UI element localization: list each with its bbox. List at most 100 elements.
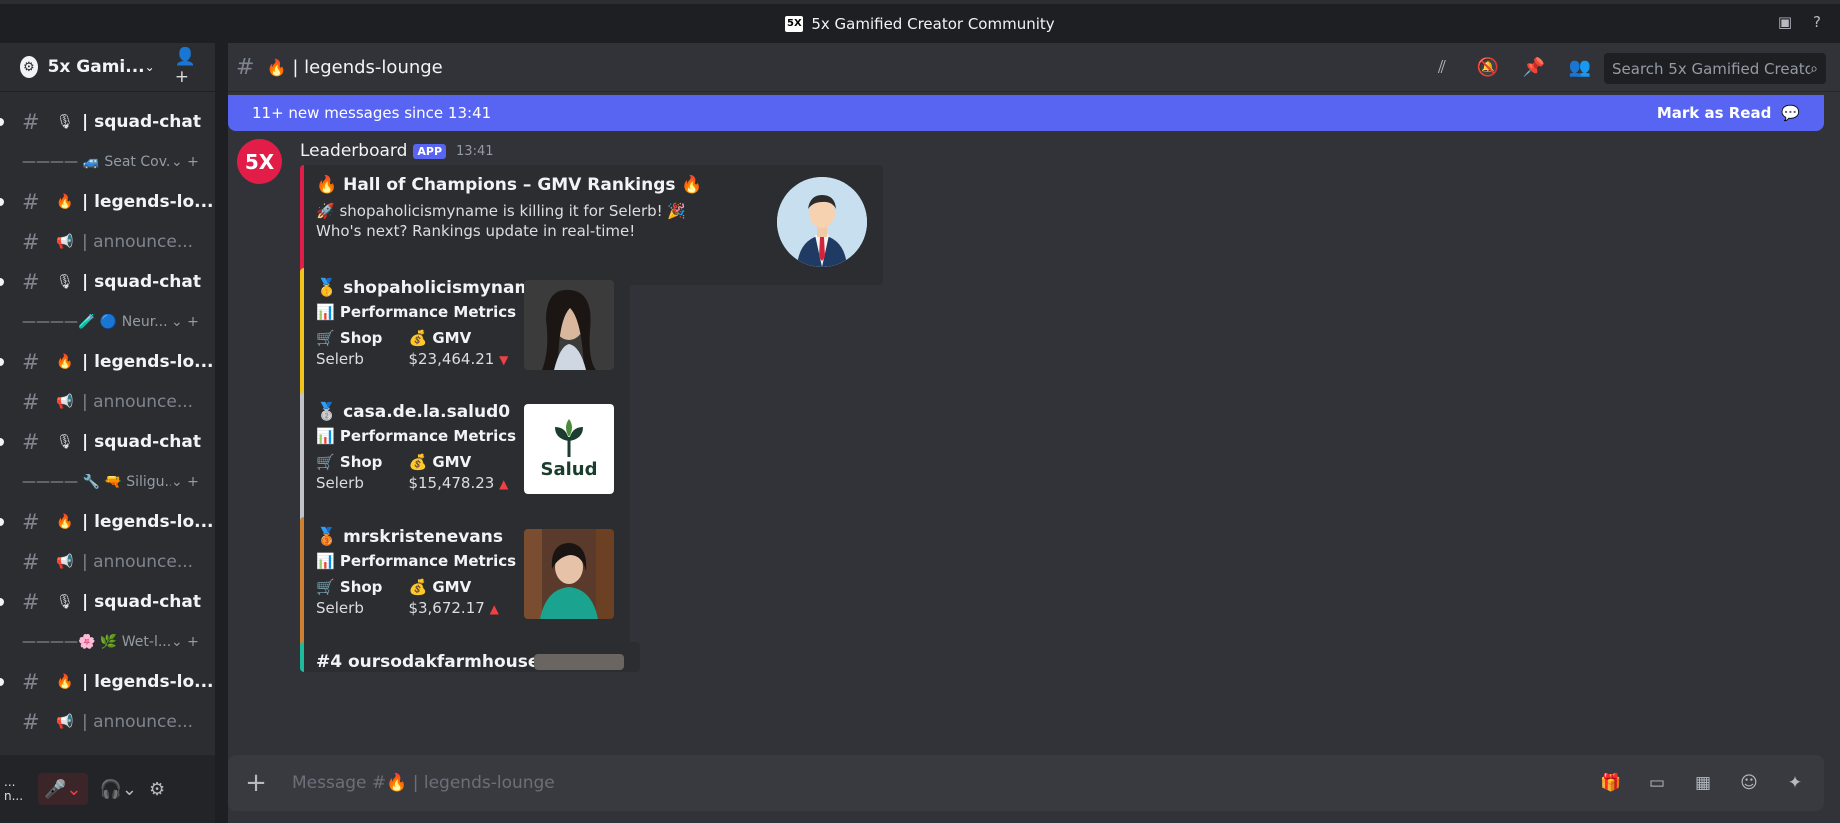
channel-hash-icon: # <box>22 230 40 254</box>
channel-category[interactable]: ————🧪 🔵 Neur... ⌄ + <box>0 302 215 342</box>
unread-indicator <box>0 438 4 446</box>
channel-item[interactable]: # 🎙 | squad-chat <box>0 422 215 462</box>
ranking-embed: #4 oursodakfarmhouse <box>300 642 640 672</box>
pinned-messages-icon[interactable]: 📌 <box>1522 55 1546 79</box>
channel-name: | legends-lo... <box>82 352 214 372</box>
channel-name: | squad-chat <box>82 272 201 292</box>
new-messages-text: 11+ new messages since 13:41 <box>252 104 492 122</box>
user-name[interactable]: ... n... <box>4 775 26 803</box>
sticker-icon[interactable]: ▦ <box>1690 770 1716 796</box>
mark-as-read-button[interactable]: Mark as Read 💬 <box>1657 104 1800 122</box>
channel-emoji: 🔥 <box>56 354 74 370</box>
channel-name: | squad-chat <box>82 592 201 612</box>
channel-hash-icon: # <box>22 710 40 734</box>
ranking-embed: 🥈 casa.de.la.salud0 📊 Performance Metrics… <box>300 392 630 528</box>
mute-microphone-icon[interactable]: 🎤⌄ <box>38 773 88 805</box>
channel-name: | legends-lo... <box>82 672 214 692</box>
gmv-field-value: $15,478.23 ▲ <box>408 474 509 492</box>
gmv-field-label: 💰 GMV <box>408 329 472 347</box>
channel-item[interactable]: # 📢 | announce... <box>0 542 215 582</box>
channel-name: | legends-lounge <box>292 56 443 78</box>
gmv-field: 💰 GMV $3,672.17 ▲ <box>408 578 498 617</box>
ranking-embed: 🥇 shopaholicismyname 📊 Performance Metric… <box>300 268 630 404</box>
member-list-icon[interactable]: 👥 <box>1568 55 1592 79</box>
creator-photo[interactable] <box>534 654 624 670</box>
channel-hash-icon: # <box>22 110 40 134</box>
invite-people-icon[interactable]: 👤+ <box>175 47 203 87</box>
channel-item[interactable]: # 🎙 | squad-chat <box>0 582 215 622</box>
category-controls[interactable]: ⌄ + <box>171 634 215 650</box>
unread-indicator <box>0 358 4 366</box>
category-controls[interactable]: ⌄ + <box>171 314 215 330</box>
channel-category[interactable]: ————🌸 🌿 Wet-l... ⌄ + <box>0 622 215 662</box>
headphones-icon[interactable]: 🎧⌄ <box>100 773 138 805</box>
channel-name: | announce... <box>82 712 194 732</box>
server-icon: ⚙ <box>20 56 38 78</box>
settings-gear-icon[interactable]: ⚙ <box>149 773 165 805</box>
chevron-down-icon[interactable]: ⌄ <box>145 60 155 74</box>
search-box[interactable]: ⌕ <box>1604 53 1826 84</box>
trend-arrow-icon: ▲ <box>489 602 499 616</box>
search-icon: ⌕ <box>1810 60 1818 77</box>
message-author[interactable]: Leaderboard <box>300 141 407 161</box>
channel-item[interactable]: # 🔥 | legends-lo... <box>0 342 215 382</box>
gmv-field: 💰 GMV $15,478.23 ▲ <box>408 453 508 492</box>
embed-description: 🚀 shopaholicismyname is killing it for S… <box>316 202 687 240</box>
channel-name: | announce... <box>82 552 194 572</box>
shop-field: 🛒 Shop Selerb <box>316 329 382 368</box>
channel-list: # 🎙 | squad-chat ———— 🚙 Seat Cov... ⌄ + # 🔥 | l… <box>0 102 215 742</box>
channel-hash-icon: # <box>22 190 40 214</box>
gift-icon[interactable]: 🎁 <box>1598 770 1624 796</box>
message-header: Leaderboard APP 13:41 <box>300 141 494 161</box>
channel-emoji: 📢 <box>56 394 74 410</box>
shop-field-value: Selerb <box>316 599 364 617</box>
channel-category[interactable]: ———— 🔧 🔫 Siligu... ⌄ + <box>0 462 215 502</box>
message-composer: + 🎁 ▭ ▦ ☺ ✦ <box>228 755 1824 811</box>
help-icon[interactable]: ? <box>1808 13 1826 31</box>
author-avatar[interactable]: 5X <box>237 139 282 184</box>
category-label: ————🧪 🔵 Neur... <box>22 314 168 330</box>
channel-header: # 🔥 | legends-lounge <box>228 43 1840 92</box>
category-label: ———— 🚙 Seat Cov... <box>22 154 171 170</box>
champion-thumbnail[interactable] <box>777 177 867 267</box>
creator-photo[interactable] <box>524 529 614 619</box>
inbox-icon[interactable]: ▣ <box>1776 13 1794 31</box>
creator-logo[interactable]: Salud <box>524 404 614 494</box>
creator-photo[interactable] <box>524 280 614 370</box>
gmv-field-value: $23,464.21 ▼ <box>408 350 509 368</box>
channel-category[interactable]: ———— 🚙 Seat Cov... ⌄ + <box>0 142 215 182</box>
user-panel: ... n... 🎤⌄ 🎧⌄ ⚙ <box>0 755 215 823</box>
apps-icon[interactable]: ✦ <box>1782 770 1808 796</box>
trend-arrow-icon: ▼ <box>499 353 509 367</box>
unread-indicator <box>0 278 4 286</box>
gif-icon[interactable]: ▭ <box>1644 770 1670 796</box>
threads-icon[interactable]: ⫽ <box>1430 55 1454 79</box>
channel-item[interactable]: # 🔥 | legends-lo... <box>0 662 215 702</box>
channel-item[interactable]: # 🔥 | legends-lo... <box>0 182 215 222</box>
channel-emoji: 🎙 <box>56 114 74 130</box>
channel-name: | squad-chat <box>82 432 201 452</box>
channel-item[interactable]: # 📢 | announce... <box>0 702 215 742</box>
add-attachment-icon[interactable]: + <box>244 768 268 798</box>
channel-item[interactable]: # 🎙 | squad-chat <box>0 262 215 302</box>
channel-hash-icon: # <box>22 390 40 414</box>
channel-item[interactable]: # 📢 | announce... <box>0 222 215 262</box>
channel-emoji: 🎙 <box>56 274 74 290</box>
new-messages-bar[interactable]: 11+ new messages since 13:41 Mark as Rea… <box>228 95 1824 131</box>
server-header[interactable]: ⚙ 5x Gami... ⌄ 👤+ <box>0 43 215 92</box>
category-controls[interactable]: ⌄ + <box>171 474 215 490</box>
channel-item[interactable]: # 🔥 | legends-lo... <box>0 502 215 542</box>
channel-item[interactable]: # 📢 | announce... <box>0 382 215 422</box>
category-controls[interactable]: ⌄ + <box>171 154 215 170</box>
notification-bell-muted-icon[interactable]: 🔕 <box>1476 55 1500 79</box>
mark-read-icon: 💬 <box>1781 104 1800 122</box>
search-input[interactable] <box>1612 59 1811 78</box>
app-badge: APP <box>413 143 447 159</box>
channel-item[interactable]: # 🎙 | squad-chat <box>0 102 215 142</box>
shop-field: 🛒 Shop Selerb <box>316 453 382 492</box>
channel-emoji: 📢 <box>56 554 74 570</box>
emoji-icon[interactable]: ☺ <box>1736 770 1762 796</box>
gmv-field-label: 💰 GMV <box>408 578 472 596</box>
gmv-field-label: 💰 GMV <box>408 453 472 471</box>
message-input[interactable] <box>292 773 1598 793</box>
